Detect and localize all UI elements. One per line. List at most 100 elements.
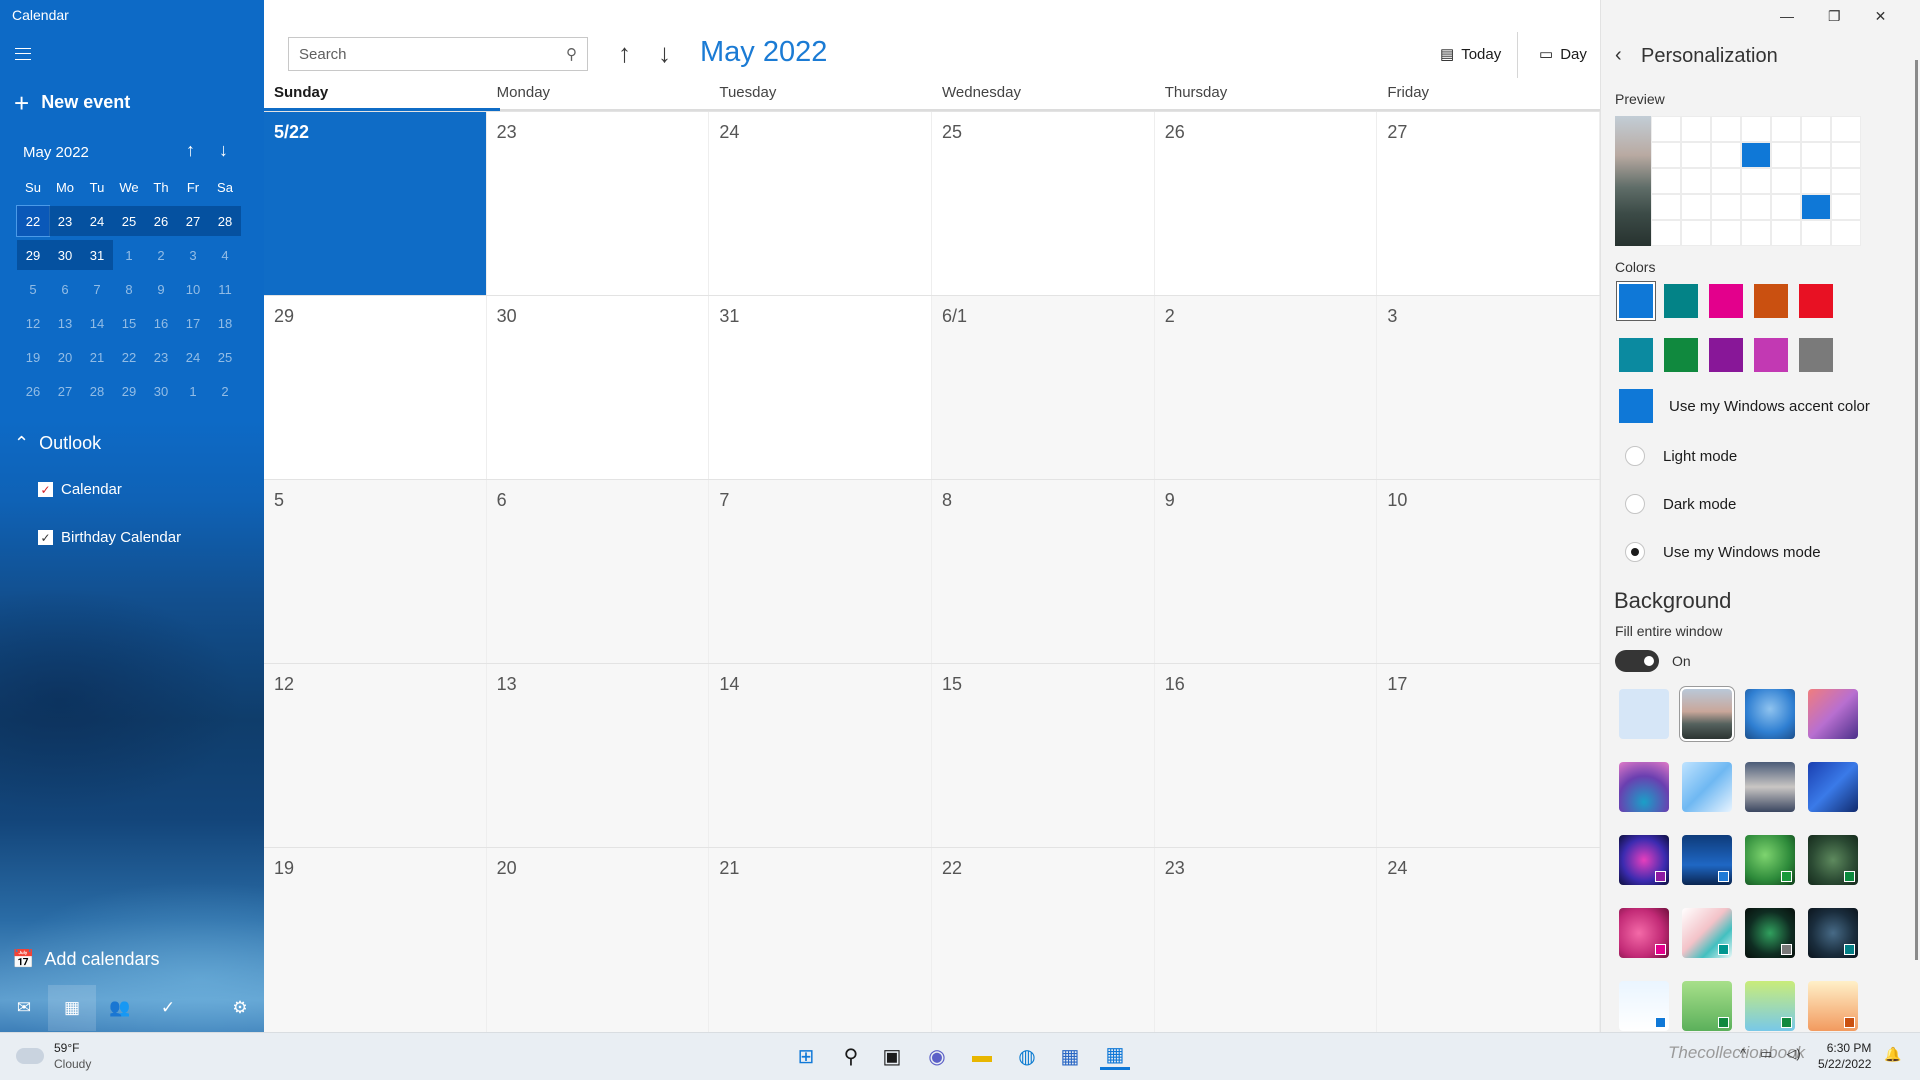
close-icon[interactable]: ✕ <box>1875 8 1887 25</box>
mini-calendar-day[interactable]: 3 <box>177 240 209 270</box>
today-button[interactable]: ▤ Today <box>1440 45 1501 64</box>
mini-calendar-previous-arrow-icon[interactable]: ↑ <box>186 140 195 161</box>
todo-icon[interactable]: ✓ <box>144 985 192 1031</box>
day-cell[interactable]: 24 <box>1377 848 1601 1032</box>
day-cell[interactable]: 20 <box>486 848 710 1032</box>
mini-calendar-day[interactable]: 15 <box>113 308 145 338</box>
background-thumbnail[interactable] <box>1808 762 1858 812</box>
add-calendars-button[interactable]: 📅 Add calendars <box>12 949 160 970</box>
minimize-icon[interactable]: — <box>1780 8 1794 25</box>
mini-calendar-day[interactable]: 26 <box>145 206 177 236</box>
background-thumbnail[interactable] <box>1745 908 1795 958</box>
mini-calendar-day[interactable]: 29 <box>17 240 49 270</box>
mini-calendar-day[interactable]: 16 <box>145 308 177 338</box>
day-cell[interactable]: 15 <box>932 664 1155 848</box>
background-thumbnail[interactable] <box>1745 981 1795 1031</box>
day-view-button[interactable]: ▭ Day <box>1539 45 1587 64</box>
mini-calendar-day[interactable]: 23 <box>49 206 81 236</box>
network-icon[interactable]: ▭ <box>1760 1046 1772 1062</box>
chevron-up-icon[interactable]: ^ <box>1740 1046 1746 1062</box>
background-thumbnail[interactable] <box>1619 835 1669 885</box>
mini-calendar-day[interactable]: 8 <box>113 274 145 304</box>
mini-calendar-day[interactable]: 9 <box>145 274 177 304</box>
mini-calendar-day[interactable]: 30 <box>49 240 81 270</box>
day-cell[interactable]: 9 <box>1154 480 1378 664</box>
clock[interactable]: 6:30 PM 5/22/2022 <box>1818 1040 1871 1072</box>
day-cell[interactable]: 5 <box>264 480 487 664</box>
day-cell[interactable]: 6/1 <box>932 296 1155 480</box>
mini-calendar-day[interactable]: 24 <box>177 342 209 372</box>
color-swatch[interactable] <box>1709 284 1743 318</box>
mini-calendar-next-arrow-icon[interactable]: ↓ <box>219 140 228 161</box>
color-swatch[interactable] <box>1754 338 1788 372</box>
mini-calendar-day[interactable]: 13 <box>49 308 81 338</box>
day-cell[interactable]: 5/22 <box>264 112 487 296</box>
chat-icon[interactable]: ◉ <box>922 1042 952 1070</box>
calendar-toggle-birthday[interactable]: ✓ Birthday Calendar <box>38 529 181 546</box>
mini-calendar-day[interactable]: 22 <box>16 205 50 237</box>
background-thumbnail[interactable] <box>1808 689 1858 739</box>
fill-window-toggle[interactable] <box>1615 650 1659 672</box>
mini-calendar-title[interactable]: May 2022 <box>23 144 89 161</box>
background-thumbnail[interactable] <box>1745 762 1795 812</box>
windows-accent-color-option[interactable]: Use my Windows accent color <box>1619 389 1870 423</box>
day-cell[interactable]: 19 <box>264 848 487 1032</box>
mini-calendar-day[interactable]: 21 <box>81 342 113 372</box>
color-swatch[interactable] <box>1617 282 1655 320</box>
mini-calendar-day[interactable]: 29 <box>113 376 145 406</box>
calendar-icon[interactable]: ▦ <box>48 985 96 1031</box>
background-thumbnail[interactable] <box>1745 689 1795 739</box>
color-swatch[interactable] <box>1799 338 1833 372</box>
mini-calendar-day[interactable]: 4 <box>209 240 241 270</box>
mini-calendar-day[interactable]: 6 <box>49 274 81 304</box>
day-cell[interactable]: 17 <box>1377 664 1601 848</box>
color-swatch[interactable] <box>1664 284 1698 318</box>
day-cell[interactable]: 16 <box>1154 664 1378 848</box>
day-cell[interactable]: 14 <box>709 664 933 848</box>
color-swatch[interactable] <box>1799 284 1833 318</box>
notification-icon[interactable]: 🔔 <box>1884 1046 1901 1063</box>
mini-calendar-day[interactable]: 1 <box>113 240 145 270</box>
outlook-account-header[interactable]: ⌃ Outlook <box>14 433 101 454</box>
mini-calendar-day[interactable]: 17 <box>177 308 209 338</box>
mini-calendar-day[interactable]: 5 <box>17 274 49 304</box>
mini-calendar-day[interactable]: 28 <box>81 376 113 406</box>
mini-calendar-day[interactable]: 28 <box>209 206 241 236</box>
mail-icon[interactable]: ✉ <box>0 985 48 1031</box>
day-cell[interactable]: 10 <box>1377 480 1601 664</box>
taskbar-search-icon[interactable]: ⚲ <box>836 1042 866 1070</box>
day-cell[interactable]: 3 <box>1377 296 1601 480</box>
calendar-app-icon[interactable]: ▦ <box>1100 1042 1130 1070</box>
background-thumbnail[interactable] <box>1745 835 1795 885</box>
volume-icon[interactable]: ◁) <box>1786 1046 1800 1062</box>
color-swatch[interactable] <box>1664 338 1698 372</box>
background-thumbnail[interactable] <box>1680 687 1734 741</box>
edge-icon[interactable]: ◍ <box>1012 1042 1042 1070</box>
store-icon[interactable]: ▦ <box>1055 1042 1085 1070</box>
next-month-arrow-icon[interactable]: ↓ <box>658 38 671 69</box>
mini-calendar-day[interactable]: 26 <box>17 376 49 406</box>
day-cell[interactable]: 30 <box>486 296 710 480</box>
search-input[interactable]: Search ⚲ <box>288 37 588 71</box>
background-thumbnail[interactable] <box>1682 981 1732 1031</box>
mini-calendar-day[interactable]: 19 <box>17 342 49 372</box>
dark-mode-radio[interactable]: Dark mode <box>1625 494 1736 514</box>
background-thumbnail[interactable] <box>1808 835 1858 885</box>
checkbox-checked-icon[interactable]: ✓ <box>38 530 53 545</box>
hamburger-menu-icon[interactable] <box>15 48 31 60</box>
mini-calendar-day[interactable]: 2 <box>145 240 177 270</box>
mini-calendar-day[interactable]: 2 <box>209 376 241 406</box>
background-thumbnail[interactable] <box>1682 908 1732 958</box>
month-title[interactable]: May 2022 <box>700 36 827 69</box>
mini-calendar-day[interactable]: 10 <box>177 274 209 304</box>
mini-calendar-day[interactable]: 1 <box>177 376 209 406</box>
windows-mode-radio[interactable]: Use my Windows mode <box>1625 542 1821 562</box>
mini-calendar-day[interactable]: 20 <box>49 342 81 372</box>
file-explorer-icon[interactable]: ▬ <box>967 1042 997 1070</box>
background-thumbnail[interactable] <box>1808 908 1858 958</box>
day-cell[interactable]: 29 <box>264 296 487 480</box>
day-cell[interactable]: 25 <box>932 112 1155 296</box>
background-thumbnail[interactable] <box>1619 689 1669 739</box>
background-thumbnail[interactable] <box>1619 981 1669 1031</box>
weather-widget[interactable]: 59°F Cloudy <box>16 1040 91 1072</box>
